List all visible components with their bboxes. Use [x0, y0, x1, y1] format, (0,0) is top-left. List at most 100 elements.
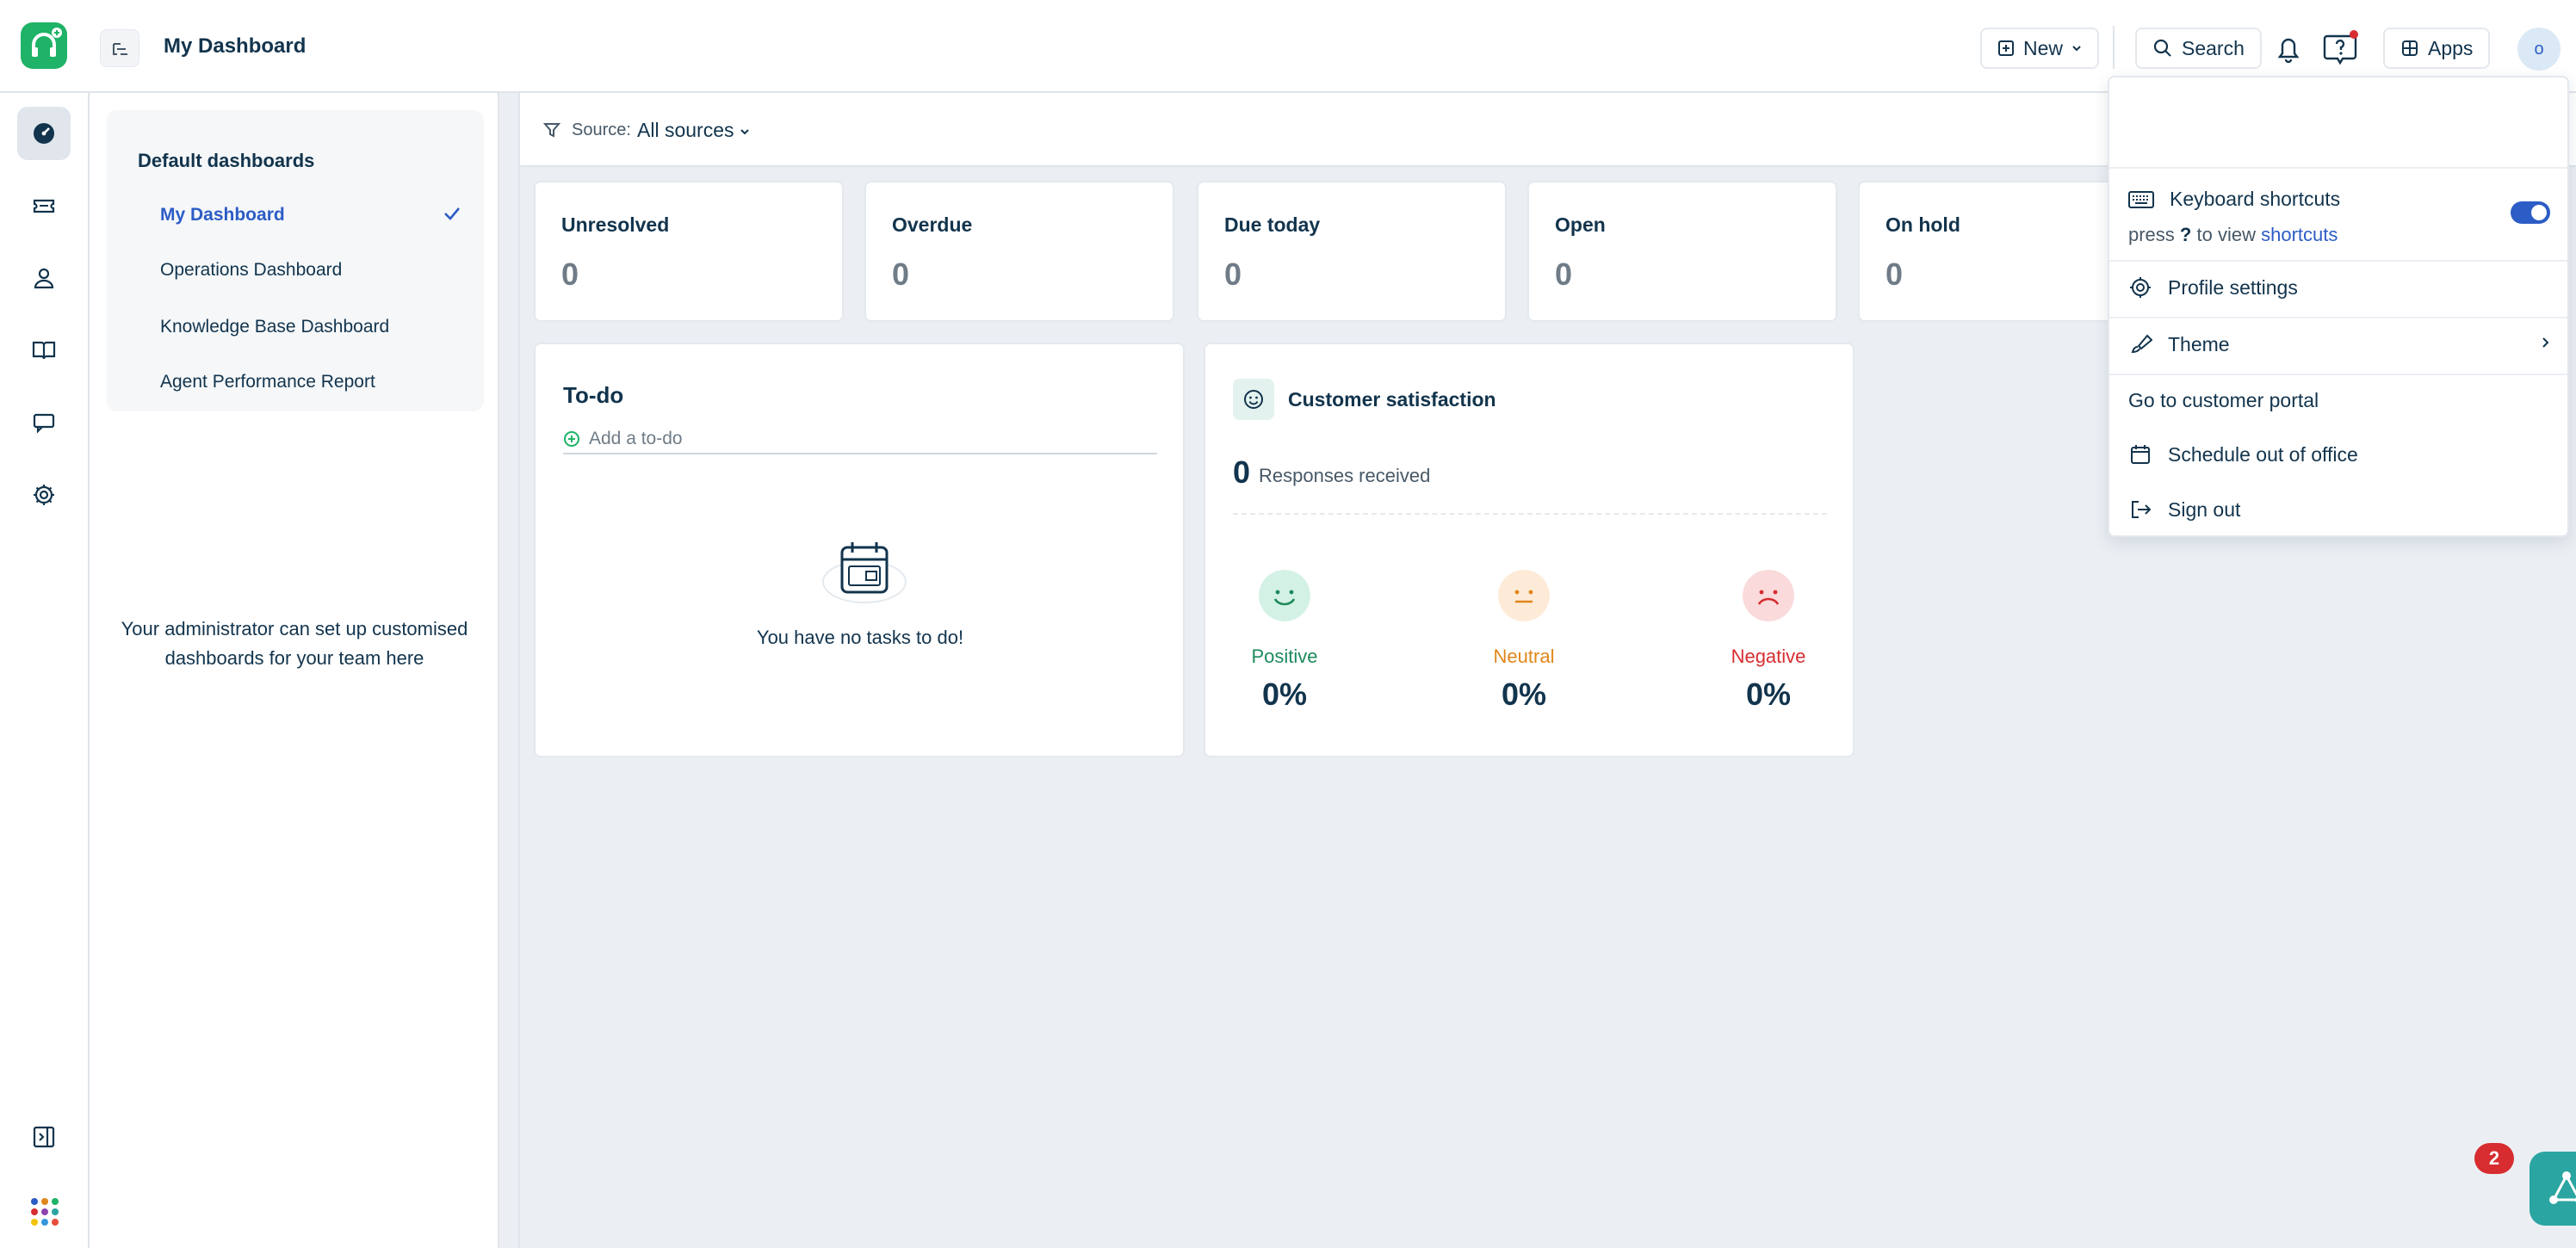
schedule-out-of-office-label: Schedule out of office	[2168, 442, 2358, 466]
nav-dashboard[interactable]	[17, 107, 71, 160]
empty-calendar-icon	[822, 542, 907, 603]
customer-portal-label: Go to customer portal	[2128, 389, 2319, 411]
keyboard-shortcuts-label: Keyboard shortcuts	[2170, 188, 2341, 210]
apps-icon	[2402, 40, 2418, 56]
csat-positive-label: Positive	[1251, 646, 1318, 667]
menu-divider	[2109, 374, 2567, 375]
csat-positive-pct: 0%	[1261, 677, 1308, 712]
ticket-icon	[33, 199, 55, 213]
search-button[interactable]: Search	[2135, 28, 2262, 69]
collapse-menu-icon	[113, 43, 127, 55]
neutral-face-icon	[1498, 570, 1550, 621]
network-icon	[2549, 1171, 2576, 1204]
chevron-down-icon	[740, 129, 749, 135]
page-title: My Dashboard	[164, 34, 307, 58]
filter-icon	[542, 123, 561, 138]
stat-title: Unresolved	[561, 213, 670, 236]
csat-title: Customer satisfaction	[1288, 387, 1496, 411]
keyboard-shortcuts-toggle[interactable]	[2511, 201, 2550, 224]
check-icon	[444, 207, 460, 220]
customer-portal-item[interactable]: Go to customer portal	[2128, 389, 2319, 412]
nav-tickets[interactable]	[17, 179, 71, 232]
nav-contacts[interactable]	[17, 251, 71, 305]
hint-press: press	[2128, 224, 2175, 245]
keyboard-shortcuts-hint: press ? to view shortcuts	[2128, 224, 2338, 246]
stat-title: On hold	[1886, 213, 1960, 236]
source-filter-label: Source:	[572, 120, 631, 139]
app-switcher-icon[interactable]	[29, 1196, 60, 1227]
add-todo-input[interactable]: Add a to-do	[563, 425, 1157, 454]
new-button-label: New	[2023, 36, 2064, 59]
csat-negative-pct: 0%	[1745, 677, 1792, 712]
profile-settings-item[interactable]: Profile settings	[2128, 275, 2298, 300]
chat-board-icon	[33, 413, 55, 434]
stat-value: 0	[1555, 256, 1573, 292]
theme-item[interactable]: Theme	[2128, 332, 2230, 356]
notifications-button[interactable]	[2268, 26, 2309, 71]
gear-icon	[34, 485, 54, 505]
book-icon	[32, 341, 56, 360]
user-icon	[34, 268, 54, 289]
dashboard-item-my-dashboard[interactable]: My Dashboard	[160, 205, 285, 226]
theme-label: Theme	[2168, 332, 2230, 355]
menu-divider	[2109, 167, 2567, 169]
sign-out-item[interactable]: Sign out	[2128, 497, 2240, 522]
csat-divider	[1233, 513, 1827, 515]
stat-card-overdue[interactable]: Overdue 0	[864, 181, 1174, 322]
apps-button-label: Apps	[2428, 36, 2474, 59]
search-icon	[2153, 39, 2171, 57]
negative-face-icon	[1743, 570, 1794, 621]
nav-settings[interactable]	[17, 468, 71, 522]
profile-dropdown-menu: Keyboard shortcuts press ? to view short…	[2108, 76, 2569, 537]
help-icon	[2323, 30, 2358, 65]
nav-knowledge-base[interactable]	[17, 324, 71, 377]
assistant-fab-button[interactable]	[2530, 1152, 2576, 1226]
smiley-icon	[1233, 379, 1274, 420]
source-filter-select[interactable]: All sources	[637, 119, 750, 142]
stat-value: 0	[561, 256, 579, 292]
user-avatar[interactable]: o	[2517, 28, 2561, 71]
todo-empty-text: You have no tasks to do!	[756, 627, 964, 648]
stat-title: Due today	[1224, 213, 1321, 236]
new-button[interactable]: New	[1980, 28, 2100, 69]
notification-count-badge: 2	[2474, 1143, 2514, 1174]
view-shortcuts-link[interactable]: shortcuts	[2261, 224, 2338, 245]
calendar-icon	[2131, 445, 2150, 464]
stat-title: Overdue	[892, 213, 973, 236]
csat-negative-label: Negative	[1731, 646, 1806, 667]
app-logo[interactable]	[21, 22, 67, 69]
dashboard-gauge-icon	[34, 123, 54, 144]
sign-out-label: Sign out	[2168, 497, 2241, 521]
expand-panel-button[interactable]	[17, 1110, 71, 1164]
csat-header: Customer satisfaction	[1233, 379, 1496, 420]
sidebar-toggle-button[interactable]	[100, 29, 139, 67]
customer-satisfaction-card: Customer satisfaction 0 Responses receiv…	[1204, 343, 1855, 757]
todo-title: To-do	[563, 382, 624, 408]
stat-title: Open	[1555, 213, 1606, 236]
section-title: Default dashboards	[138, 150, 315, 171]
menu-divider	[2109, 317, 2567, 318]
schedule-out-of-office-item[interactable]: Schedule out of office	[2128, 442, 2358, 466]
keyboard-shortcuts-row: Keyboard shortcuts	[2128, 188, 2340, 211]
panel-expand-icon	[33, 1126, 55, 1148]
csat-neutral-pct: 0%	[1501, 677, 1547, 712]
stat-card-due-today[interactable]: Due today 0	[1197, 181, 1507, 322]
sign-out-icon	[2132, 501, 2152, 518]
dashboard-item-operations[interactable]: Operations Dashboard	[160, 260, 342, 281]
source-filter-value: All sources	[637, 119, 734, 141]
help-button[interactable]	[2319, 26, 2361, 71]
stat-value: 0	[1886, 256, 1904, 292]
dashboard-item-knowledge-base[interactable]: Knowledge Base Dashboard	[160, 317, 389, 337]
gear-icon	[2130, 277, 2151, 298]
dashboard-item-agent-performance[interactable]: Agent Performance Report	[160, 372, 375, 392]
apps-button[interactable]: Apps	[2383, 28, 2491, 69]
nav-forums[interactable]	[17, 396, 71, 449]
chevron-down-icon	[2072, 46, 2081, 52]
search-button-label: Search	[2182, 36, 2245, 59]
csat-response-count: 0	[1233, 454, 1251, 490]
chevron-right-icon	[2542, 337, 2549, 348]
bell-icon	[2277, 38, 2300, 64]
header-divider	[2113, 26, 2115, 69]
stat-card-open[interactable]: Open 0	[1527, 181, 1837, 322]
stat-card-unresolved[interactable]: Unresolved 0	[534, 181, 844, 322]
